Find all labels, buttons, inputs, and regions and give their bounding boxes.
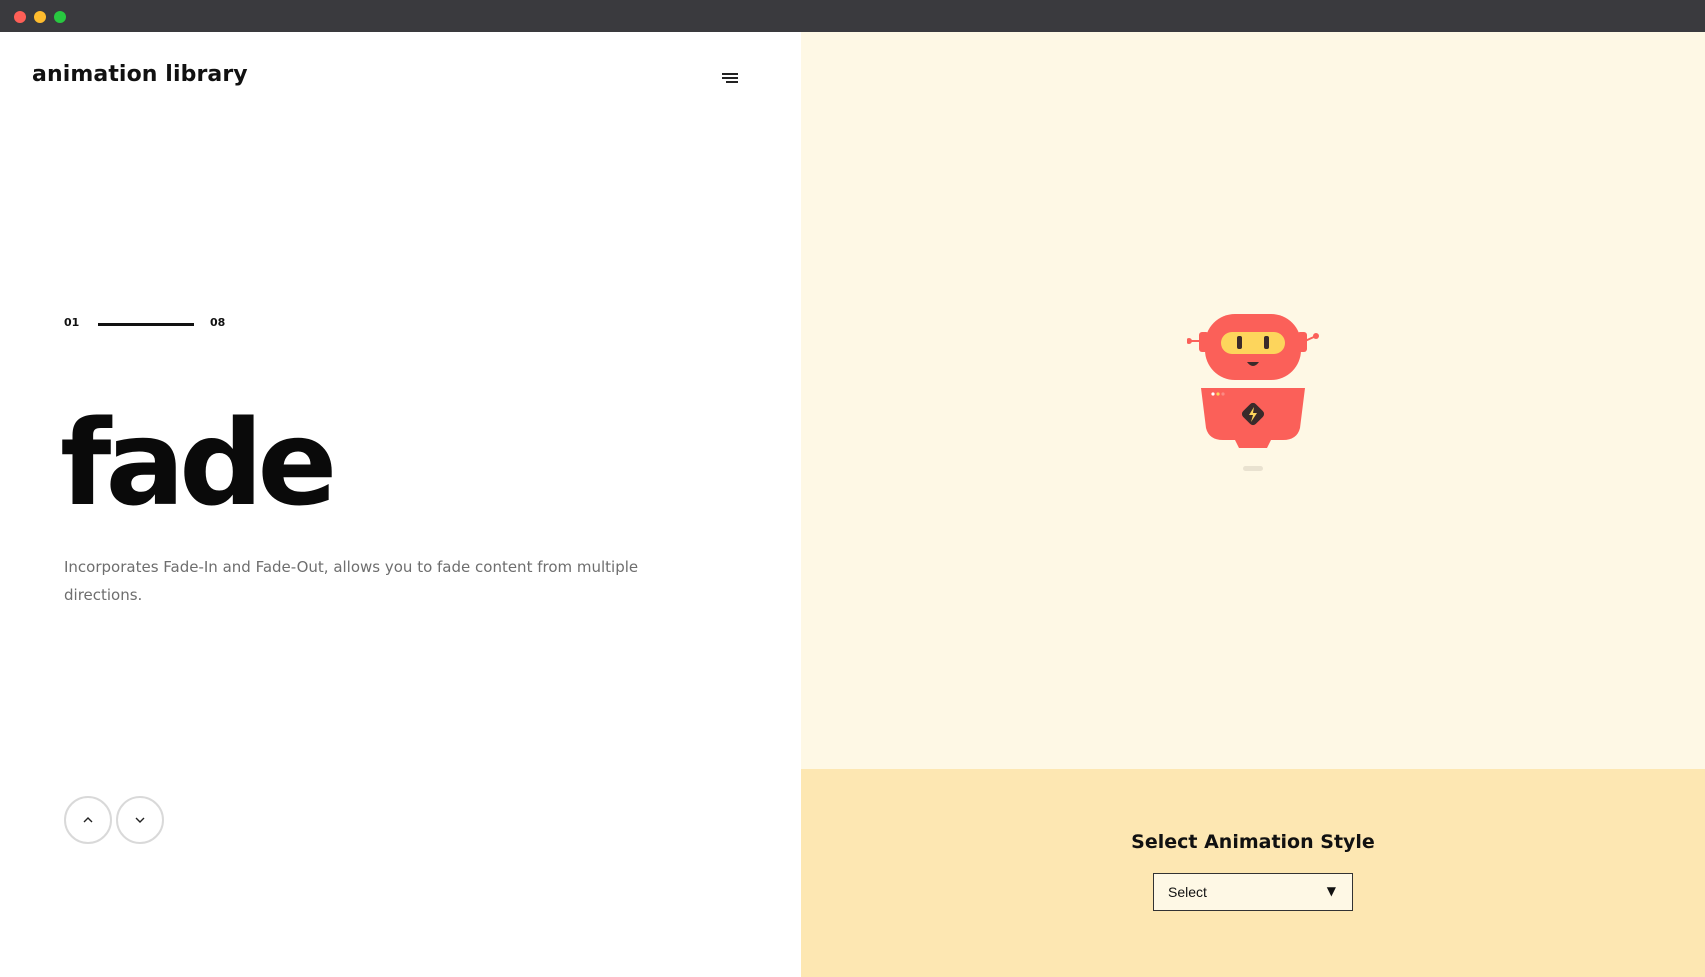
minimize-window-button[interactable] xyxy=(34,11,46,23)
animation-selector-panel: Select Animation Style Select ▼ xyxy=(801,769,1705,977)
slide-counter: 01 08 xyxy=(64,316,244,332)
slide-progress-bar xyxy=(98,323,194,326)
selector-heading: Select Animation Style xyxy=(1131,831,1375,853)
animation-preview-area xyxy=(801,32,1705,769)
current-slide-number: 01 xyxy=(64,316,80,329)
chevron-down-icon xyxy=(135,817,145,823)
close-window-button[interactable] xyxy=(14,11,26,23)
robot-illustration xyxy=(1187,314,1319,471)
chevron-up-icon xyxy=(83,817,93,823)
brand-title[interactable]: animation library xyxy=(32,62,248,87)
window-titlebar xyxy=(0,0,1705,32)
select-value: Select xyxy=(1168,884,1207,900)
animation-style-select[interactable]: Select ▼ xyxy=(1153,873,1353,911)
total-slide-number: 08 xyxy=(210,316,226,329)
dropdown-arrow-icon: ▼ xyxy=(1326,884,1336,898)
info-panel: animation library 01 08 fade Incorporate… xyxy=(0,32,801,977)
maximize-window-button[interactable] xyxy=(54,11,66,23)
previous-slide-button[interactable] xyxy=(64,796,112,844)
menu-icon xyxy=(722,73,738,75)
animation-name-heading: fade xyxy=(60,394,337,532)
next-slide-button[interactable] xyxy=(116,796,164,844)
menu-button[interactable] xyxy=(718,68,740,88)
animation-description: Incorporates Fade-In and Fade-Out, allow… xyxy=(64,558,639,604)
